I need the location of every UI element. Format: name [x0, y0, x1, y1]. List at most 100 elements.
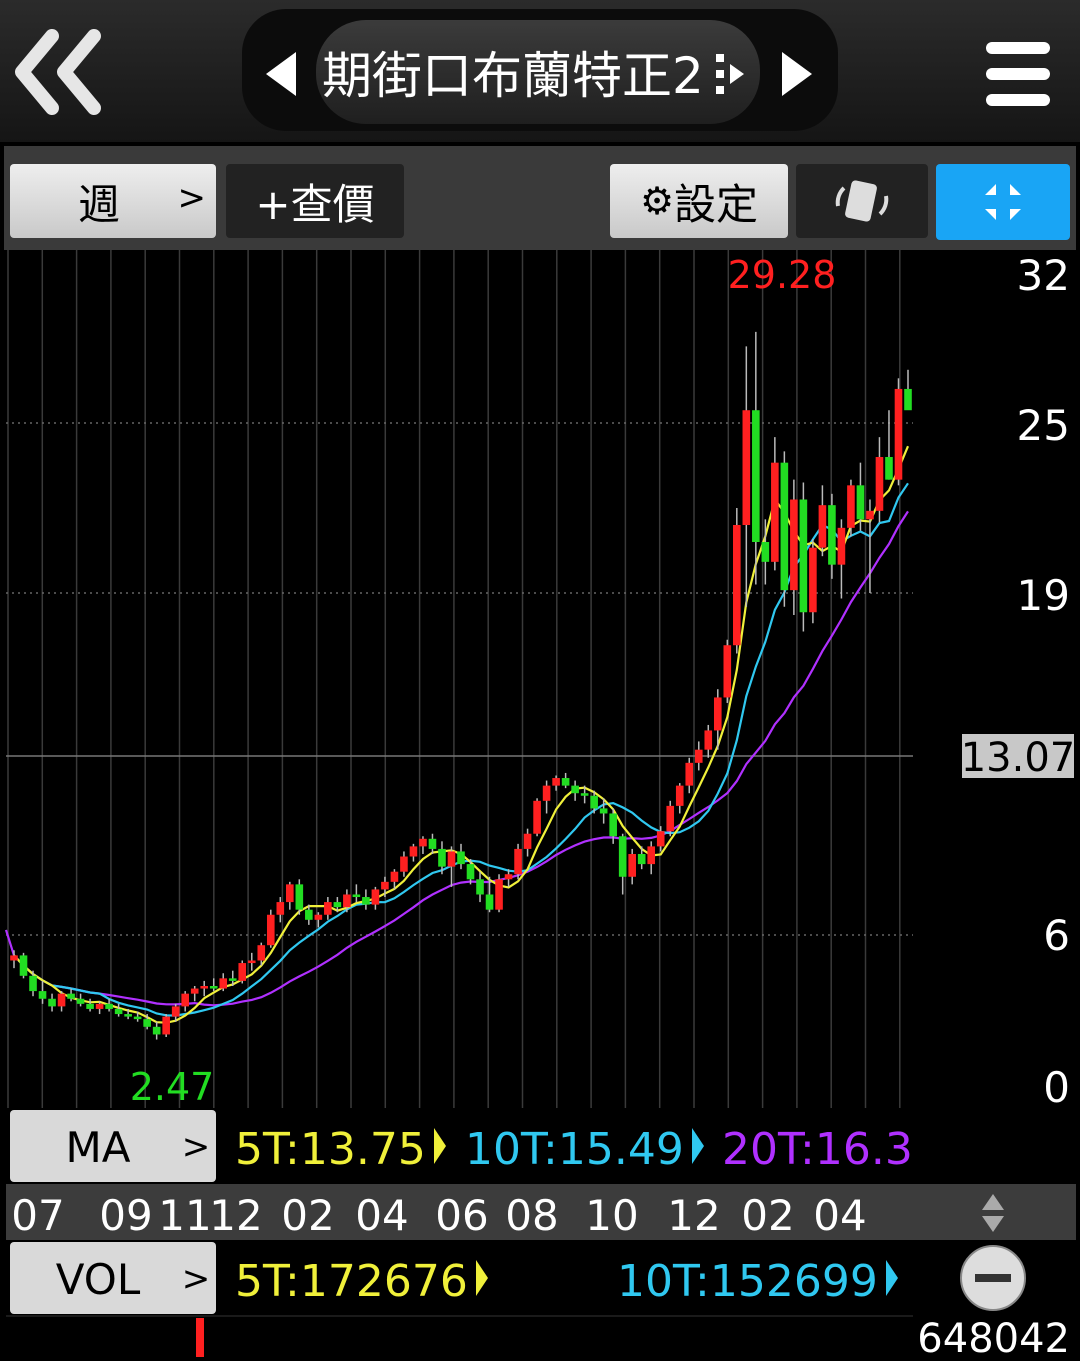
candle-body — [618, 836, 627, 877]
ma20-line — [4, 510, 909, 1007]
x-tick-label: 07 — [11, 1191, 64, 1240]
min-price-label: 2.47 — [130, 1065, 215, 1109]
rotate-screen-icon — [835, 180, 889, 222]
candle-body — [57, 993, 66, 1007]
candle-body — [181, 993, 189, 1007]
candle-body — [295, 884, 304, 910]
rotate-button[interactable] — [796, 164, 928, 238]
candle-body — [362, 897, 370, 905]
candle-body — [266, 914, 275, 946]
chevron-right-icon: > — [182, 1259, 211, 1299]
candle-body — [343, 894, 351, 908]
candle-body — [799, 499, 808, 613]
settings-label: 設定 — [674, 179, 759, 229]
candle-body — [238, 963, 247, 981]
candle-body — [419, 838, 427, 847]
x-tick-label: 06 — [435, 1191, 488, 1240]
candle-body — [333, 902, 342, 908]
candle-body — [761, 542, 770, 562]
candle-body — [542, 785, 551, 801]
ma20-value: 20T:16.3 — [722, 1124, 913, 1175]
candle-body — [162, 1016, 170, 1035]
settings-button[interactable]: ⚙ 設定 — [610, 164, 788, 238]
vol-max-label: 648042 — [917, 1316, 1070, 1357]
triangle-right-icon[interactable] — [782, 52, 812, 96]
vol10-arrow-icon — [886, 1260, 898, 1296]
candle-body — [771, 462, 779, 562]
instrument-title[interactable]: 期街口布蘭特正2 — [322, 44, 712, 108]
vol-button[interactable]: VOL > — [10, 1242, 216, 1314]
candle-body — [390, 871, 399, 882]
candle-body — [286, 884, 294, 903]
candle-body — [105, 1003, 113, 1009]
candle-body — [114, 1008, 123, 1015]
candle-body — [504, 874, 513, 880]
candle-body — [447, 851, 456, 867]
ma5-value: 5T:13.75 — [235, 1124, 426, 1175]
candle-body — [742, 410, 751, 525]
vol5-arrow-icon — [476, 1260, 488, 1296]
y-tick-label: 0 — [1043, 1063, 1070, 1112]
candle-body — [675, 785, 684, 806]
price-axis-panel — [913, 250, 1080, 1108]
candle-body — [809, 547, 817, 613]
candle-body — [561, 778, 570, 786]
candle-body — [885, 457, 893, 480]
drag-handle-icon — [716, 54, 750, 94]
x-tick-label: 02 — [741, 1191, 794, 1240]
chart-area[interactable]: 32 25 19 6 0 13.07 29.28 2.47 MA > 5T:13… — [0, 250, 1080, 1361]
candle-body — [67, 993, 75, 999]
candle-body — [523, 833, 532, 849]
x-tick-label: 04 — [355, 1191, 408, 1240]
fullscreen-toggle-button[interactable] — [936, 164, 1070, 240]
back-button[interactable] — [10, 24, 110, 120]
zoom-out-button[interactable] — [960, 1245, 1026, 1311]
max-price-label: 29.28 — [728, 253, 837, 297]
y-tick-label: 19 — [1017, 571, 1070, 620]
gear-icon: ⚙ — [639, 179, 675, 223]
candle-body — [828, 505, 836, 565]
candle-body — [219, 978, 228, 989]
candle-body — [609, 813, 617, 837]
candle-body — [733, 525, 741, 646]
top-bar: 期街口布蘭特正2 — [0, 0, 1080, 142]
double-chevron-left-icon — [15, 29, 101, 115]
candle-body — [866, 510, 874, 520]
candle-body — [837, 527, 846, 565]
candle-body — [552, 778, 560, 786]
candle-body — [628, 853, 636, 877]
candle-body — [685, 762, 694, 786]
candle-body — [171, 1006, 180, 1017]
minus-icon — [975, 1274, 1011, 1282]
period-label: 週 — [77, 179, 120, 229]
candle-body — [856, 485, 865, 520]
candle-body — [656, 831, 665, 847]
candle-body — [200, 986, 209, 989]
candle-body — [381, 881, 389, 890]
volume-bar — [196, 1318, 204, 1357]
candle-body — [228, 978, 237, 981]
period-button[interactable]: 週 > — [10, 164, 216, 238]
candle-body — [514, 848, 522, 875]
candle-body — [637, 853, 646, 865]
candle-body — [190, 988, 199, 994]
ma-button-label: MA — [66, 1123, 131, 1172]
candle-body — [599, 808, 608, 814]
x-tick-label: 09 — [99, 1191, 152, 1240]
quote-button[interactable]: +查價 — [226, 164, 404, 238]
candle-body — [485, 894, 494, 910]
candlestick-chart[interactable]: 32 25 19 6 0 13.07 29.28 2.47 MA > 5T:13… — [0, 250, 1080, 1361]
candle-body — [10, 955, 18, 961]
candle-body — [305, 909, 313, 920]
candle-body — [76, 998, 85, 1004]
hamburger-menu-icon[interactable] — [984, 38, 1054, 110]
ma-button[interactable]: MA > — [10, 1110, 216, 1182]
x-tick-label: 11 — [158, 1191, 211, 1240]
candle-body — [438, 848, 446, 867]
candle-body — [647, 846, 656, 865]
candle-body — [324, 902, 332, 915]
vol5-value: 5T:172676 — [235, 1256, 468, 1307]
ma10-value: 10T:15.49 — [465, 1124, 684, 1175]
candle-body — [143, 1019, 151, 1027]
triangle-left-icon[interactable] — [266, 52, 296, 96]
